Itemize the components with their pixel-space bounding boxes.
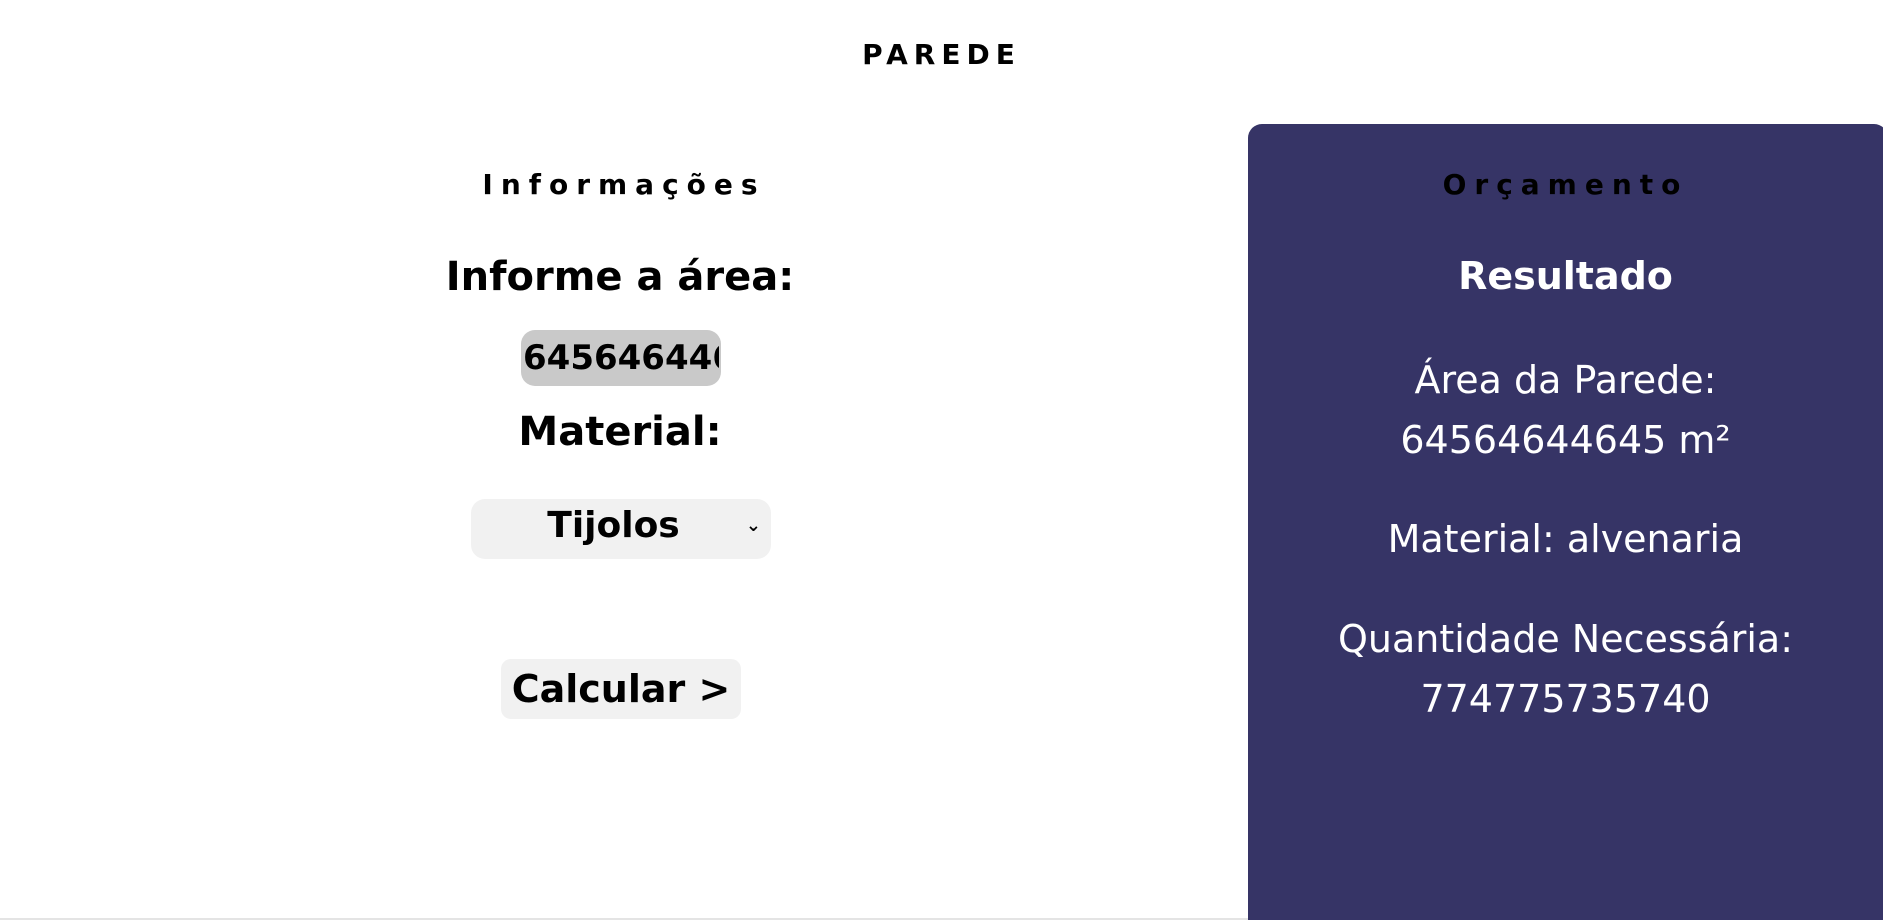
material-select[interactable]: Tijolos ⌄ [471,499,771,559]
area-result-value: 64564644645 m² [1400,418,1731,462]
calculate-button[interactable]: Calcular > [501,659,741,719]
budget-panel: Orçamento Resultado Área da Parede: 6456… [1248,124,1883,920]
material-label: Material: [518,409,722,455]
page-title: PAREDE [862,38,1021,71]
material-result: Material: alvenaria [1387,517,1744,561]
result-title: Resultado [1458,254,1673,298]
page: PAREDE Informações Informe a área: Mater… [0,0,1883,920]
info-panel: Informações Informe a área: Material: Ti… [0,124,1248,920]
material-select-value: Tijolos [547,505,680,546]
chevron-down-icon: ⌄ [745,515,761,536]
quantity-result-label: Quantidade Necessária: [1337,617,1794,661]
area-result-label: Área da Parede: [1414,358,1717,402]
quantity-result-value: 774775735740 [1420,677,1711,721]
info-heading: Informações [482,168,766,201]
area-label: Informe a área: [445,254,795,300]
budget-heading: Orçamento [1442,168,1689,201]
area-input[interactable] [521,330,721,386]
